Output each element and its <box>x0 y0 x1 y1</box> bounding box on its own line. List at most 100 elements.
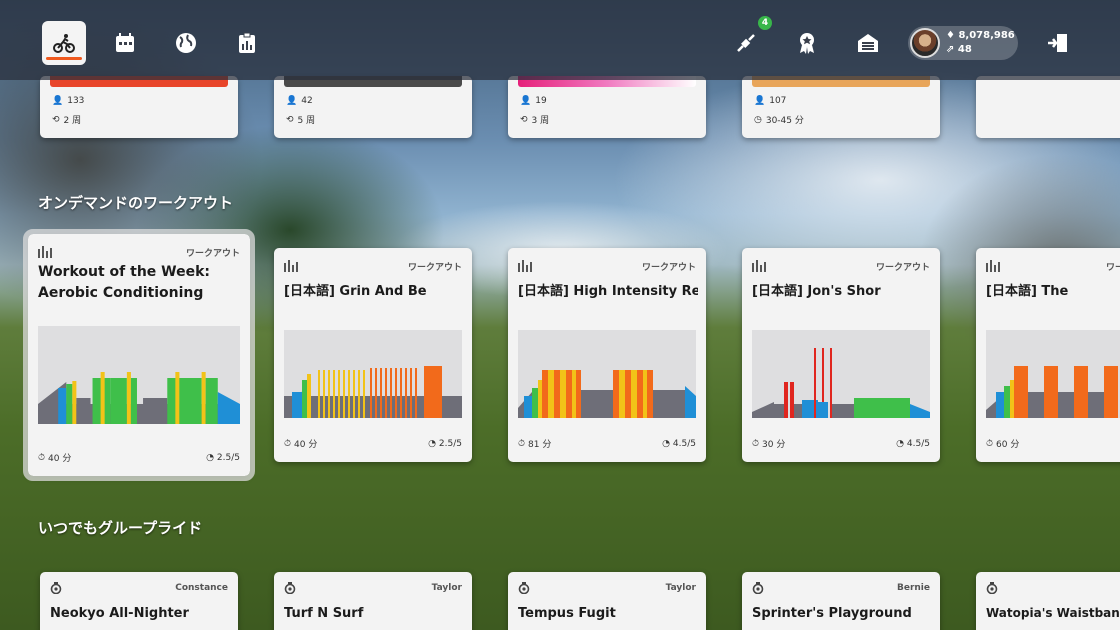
card-footer: ⏱ 30 分 ◔ 4.5/5 <box>752 437 930 451</box>
group-ride-icon <box>752 582 764 594</box>
group-ride-card[interactable]: Watopia's Waistband <box>976 572 1120 630</box>
ride-host: Constance <box>175 583 228 593</box>
duration-value: 60 分 <box>996 440 1020 450</box>
card-type-label: ワークアウト <box>875 263 930 273</box>
drops-stat: ♦ 8,078,986 <box>946 30 1015 41</box>
nav-achievements-button[interactable] <box>785 21 829 65</box>
stopwatch-icon: ⏱ <box>986 438 994 449</box>
workout-title: [日本語] High Intensity Rec <box>518 284 698 299</box>
clock-icon: ◷ <box>754 114 762 125</box>
workout-title: [日本語] The <box>986 284 1069 299</box>
workout-title: Workout of the Week: Aerobic Conditionin… <box>38 264 211 301</box>
workout-profile-chart <box>986 330 1120 418</box>
drop-icon: ♦ <box>946 30 959 41</box>
duration-value: 40 分 <box>48 454 72 464</box>
nav-exit-button[interactable] <box>1036 21 1080 65</box>
repeat-icon: ⟲ <box>286 114 294 125</box>
participants-line: 👤 107 <box>754 96 786 106</box>
person-icon: 👤 <box>520 96 532 106</box>
ride-title: Turf N Surf <box>284 606 364 621</box>
workout-profile-chart <box>518 330 696 418</box>
award-medal-icon <box>800 33 814 54</box>
top-nav-bar: 4 ♦ 8,078,986 ⇗ 48 <box>0 0 1120 80</box>
card-type-label: ワークアウト <box>185 249 240 259</box>
workout-card[interactable]: ワー [日本語] The ⏱ 60 分 <box>976 248 1120 462</box>
cyclist-icon <box>53 34 75 53</box>
ride-host: Taylor <box>431 583 462 593</box>
person-icon: 👤 <box>286 96 298 106</box>
plan-card[interactable]: 👤 19 ⟲ 3 周 <box>508 76 706 138</box>
plan-card[interactable]: 👤 133 ⟲ 2 周 <box>40 76 238 138</box>
card-type-label: ワークアウト <box>641 263 696 273</box>
card-type-label: ワー <box>1106 263 1120 273</box>
group-ride-card[interactable]: Taylor Turf N Surf <box>274 572 472 630</box>
duration-value: 3 周 <box>531 116 550 126</box>
duration-line: ⟲ 3 周 <box>520 113 550 127</box>
workout-profile-chart <box>38 326 240 424</box>
gauge-icon: ◔ <box>662 438 670 449</box>
ride-title: Sprinter's Playground <box>752 606 912 621</box>
difficulty-item: ◔ 4.5/5 <box>662 437 696 450</box>
gauge-icon: ◔ <box>206 452 214 463</box>
plan-card[interactable]: 👤 107 ◷ 30-45 分 <box>742 76 940 138</box>
ride-host: Taylor <box>665 583 696 593</box>
participants-count: 19 <box>535 96 547 106</box>
duration-item: ⏱ 30 分 <box>752 437 786 451</box>
duration-line: ⟲ 5 周 <box>286 113 316 127</box>
duration-line: ⟲ 2 周 <box>52 113 82 127</box>
workout-card[interactable]: ワークアウト [日本語] Grin And Be ⏱ 40 分 ◔ 2.5/5 <box>274 248 472 462</box>
stopwatch-icon: ⏱ <box>752 438 760 449</box>
workout-card[interactable]: ワークアウト [日本語] High Intensity Rec ⏱ 81 分 ◔… <box>508 248 706 462</box>
stopwatch-icon: ⏱ <box>284 438 292 449</box>
duration-item: ⏱ 81 分 <box>518 437 552 451</box>
duration-value: 2 周 <box>63 116 82 126</box>
participants-count: 42 <box>301 96 313 106</box>
duration-value: 81 分 <box>528 440 552 450</box>
stopwatch-icon: ⏱ <box>38 452 46 463</box>
group-ride-card[interactable]: Taylor Tempus Fugit <box>508 572 706 630</box>
group-ride-icon <box>518 582 530 594</box>
ride-title: Neokyo All-Nighter <box>50 606 189 621</box>
profile-summary[interactable]: ♦ 8,078,986 ⇗ 48 <box>908 26 1018 60</box>
repeat-icon: ⟲ <box>520 114 528 125</box>
repeat-icon: ⟲ <box>52 114 60 125</box>
participants-line: 👤 133 <box>52 96 84 106</box>
section-title-group-rides: いつでもグループライド <box>38 519 203 537</box>
workout-card[interactable]: ワークアウト [日本語] Jon's Shor ⏱ 30 分 ◔ 4.5/5 <box>742 248 940 462</box>
nav-calendar-tab[interactable] <box>103 21 147 65</box>
group-ride-icon <box>50 582 62 594</box>
nav-garage-button[interactable] <box>846 21 890 65</box>
participants-count: 133 <box>67 96 85 106</box>
nav-ride-tab[interactable] <box>42 21 86 65</box>
difficulty-item: ◔ 2.5/5 <box>428 437 462 450</box>
group-ride-card[interactable]: Bernie Sprinter's Playground <box>742 572 940 630</box>
group-ride-icon <box>284 582 296 594</box>
plan-card[interactable] <box>976 76 1120 138</box>
duration-value: 5 周 <box>297 116 316 126</box>
avatar <box>910 28 940 58</box>
group-ride-card[interactable]: Constance Neokyo All-Nighter <box>40 572 238 630</box>
nav-world-tab[interactable] <box>164 21 208 65</box>
workout-profile-chart <box>284 330 462 418</box>
duration-item: ⏱ 40 分 <box>38 451 72 465</box>
plan-card[interactable]: 👤 42 ⟲ 5 周 <box>274 76 472 138</box>
ride-host: Bernie <box>897 583 930 593</box>
duration-value: 30 分 <box>762 440 786 450</box>
calendar-icon <box>116 33 134 52</box>
workout-bars-icon <box>518 260 532 272</box>
gauge-icon: ◔ <box>896 438 904 449</box>
workout-title: [日本語] Grin And Be <box>284 284 427 299</box>
level-stat: ⇗ 48 <box>946 44 972 55</box>
exit-door-icon <box>1048 34 1067 52</box>
workout-title: [日本語] Jon's Shor <box>752 284 881 299</box>
workout-bars-icon <box>284 260 298 272</box>
workout-card[interactable]: ワークアウト Workout of the Week: Aerobic Cond… <box>23 229 255 481</box>
difficulty-value: 2.5/5 <box>216 452 240 463</box>
difficulty-item: ◔ 2.5/5 <box>206 451 240 464</box>
plug-icon <box>737 34 755 52</box>
card-footer: ⏱ 40 分 ◔ 2.5/5 <box>38 451 240 465</box>
duration-line: ◷ 30-45 分 <box>754 113 804 127</box>
duration-item: ⏱ 40 分 <box>284 437 317 451</box>
nav-training-plans-tab[interactable] <box>225 21 269 65</box>
notification-badge: 4 <box>758 16 772 30</box>
